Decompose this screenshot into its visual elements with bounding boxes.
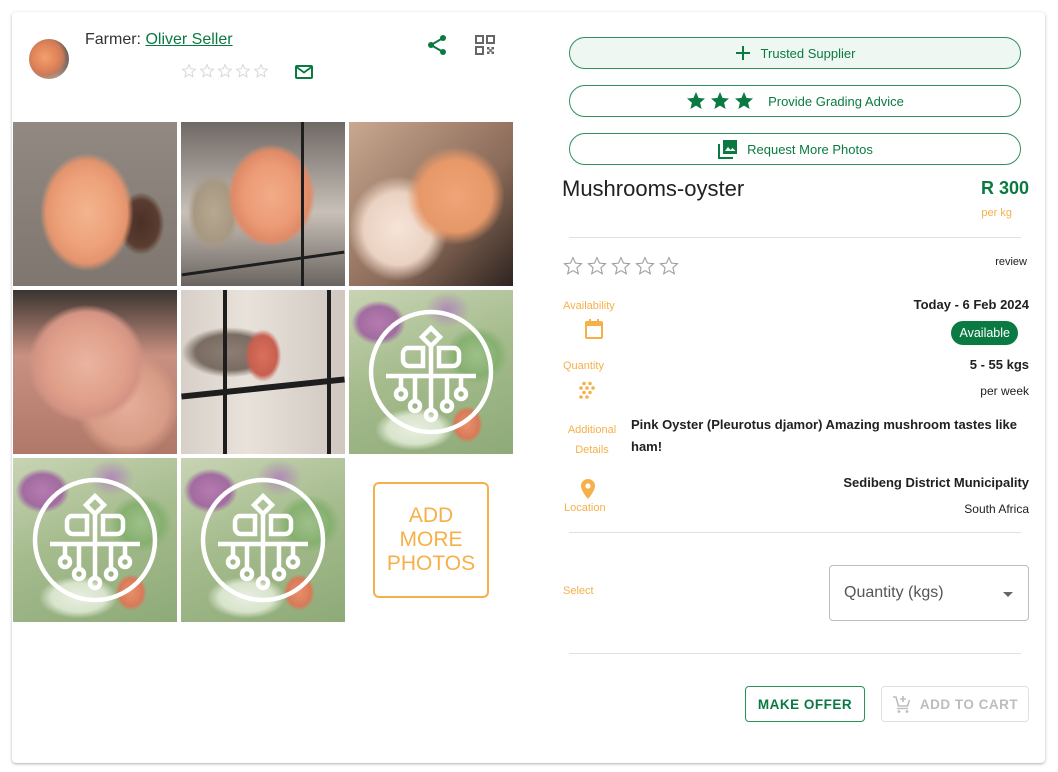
share-icon[interactable]: [425, 33, 449, 57]
make-offer-button[interactable]: MAKE OFFER: [745, 686, 865, 722]
availability-label: Availability: [563, 300, 615, 312]
add-more-line: ADD: [408, 504, 454, 527]
seller-rating: [180, 62, 270, 80]
request-more-photos-label: Request More Photos: [747, 141, 873, 157]
add-more-line: PHOTOS: [386, 552, 476, 575]
star-empty-icon: [217, 63, 233, 78]
grading-advice-button[interactable]: Provide Grading Advice: [569, 85, 1021, 117]
shelf-graphic: [181, 376, 345, 400]
add-more-line: MORE: [399, 528, 463, 551]
details-label-line: Details: [575, 444, 609, 456]
quantity-range: 5 - 55 kgs: [969, 357, 1029, 372]
farmer-name-link[interactable]: Oliver Seller: [145, 31, 232, 48]
product-title: Mushrooms-oyster: [562, 176, 745, 201]
shelf-graphic: [301, 122, 304, 286]
calendar-icon: [585, 319, 603, 339]
gallery-photo[interactable]: [181, 122, 345, 286]
add-to-cart-button[interactable]: ADD TO CART: [881, 686, 1029, 722]
dropdown-caret-icon: [1003, 592, 1013, 597]
farmer-line: Farmer: Oliver Seller: [85, 31, 233, 49]
divider: [569, 653, 1021, 654]
quantity-select[interactable]: Quantity (kgs): [829, 565, 1029, 621]
location-country: South Africa: [964, 502, 1029, 516]
availability-range: Today - 6 Feb 2024: [913, 297, 1029, 312]
star-empty-icon: [253, 63, 269, 78]
three-stars-icon: [686, 91, 754, 111]
shelf-graphic: [223, 290, 227, 454]
star-empty-icon: [181, 63, 197, 78]
placeholder-photo[interactable]: [181, 458, 345, 622]
shelf-graphic: [327, 290, 331, 454]
grading-advice-label: Provide Grading Advice: [768, 93, 904, 109]
select-label: Select: [563, 585, 594, 597]
location-region: Sedibeng District Municipality: [843, 475, 1029, 490]
add-more-photos-tile: ADD MORE PHOTOS: [349, 458, 513, 622]
request-more-photos-button[interactable]: Request More Photos: [569, 133, 1021, 165]
grain-icon: [579, 381, 595, 399]
product-price: R 300: [980, 178, 1029, 198]
brand-logo-icon: [32, 477, 158, 603]
gallery-photo[interactable]: [181, 290, 345, 454]
add-shopping-cart-icon: [892, 694, 912, 714]
gallery-photo[interactable]: [13, 122, 177, 286]
star-empty-icon[interactable]: [562, 255, 584, 277]
gallery-photo[interactable]: [13, 290, 177, 454]
brand-logo-icon: [368, 309, 494, 435]
star-empty-icon[interactable]: [634, 255, 656, 277]
details-label: Additional Details: [563, 420, 621, 460]
plus-icon: [735, 45, 751, 61]
add-more-photos-button[interactable]: ADD MORE PHOTOS: [373, 482, 489, 598]
brand-logo-icon: [200, 477, 326, 603]
quantity-select-placeholder: Quantity (kgs): [844, 584, 944, 601]
trusted-supplier-button[interactable]: Trusted Supplier: [569, 37, 1021, 69]
star-empty-icon: [199, 63, 215, 78]
add-to-cart-label: ADD TO CART: [919, 696, 1019, 712]
review-label: review: [995, 256, 1027, 268]
location-label: Location: [564, 502, 606, 514]
qr-code-icon[interactable]: [473, 33, 497, 57]
star-empty-icon[interactable]: [610, 255, 632, 277]
placeholder-photo[interactable]: [13, 458, 177, 622]
make-offer-label: MAKE OFFER: [757, 696, 853, 712]
price-unit: per kg: [981, 207, 1012, 219]
quantity-period: per week: [980, 384, 1029, 398]
seller-avatar[interactable]: [29, 39, 69, 79]
placeholder-photo[interactable]: [349, 290, 513, 454]
shelf-graphic: [181, 250, 345, 277]
star-empty-icon[interactable]: [658, 255, 680, 277]
details-label-line: Additional: [567, 424, 617, 436]
product-rating-input[interactable]: [562, 255, 680, 277]
trusted-supplier-label: Trusted Supplier: [760, 45, 856, 61]
star-empty-icon[interactable]: [586, 255, 608, 277]
details-text: Pink Oyster (Pleurotus djamor) Amazing m…: [631, 417, 1018, 454]
divider: [569, 237, 1021, 238]
quantity-label: Quantity: [563, 360, 604, 372]
mail-icon[interactable]: [294, 63, 314, 81]
location-pin-icon: [581, 479, 595, 499]
divider: [569, 532, 1021, 533]
availability-status-chip: Available: [951, 321, 1018, 345]
star-empty-icon: [235, 63, 251, 78]
photo-library-icon: [717, 138, 739, 160]
gallery-photo[interactable]: [349, 122, 513, 286]
farmer-prefix: Farmer:: [85, 31, 146, 48]
